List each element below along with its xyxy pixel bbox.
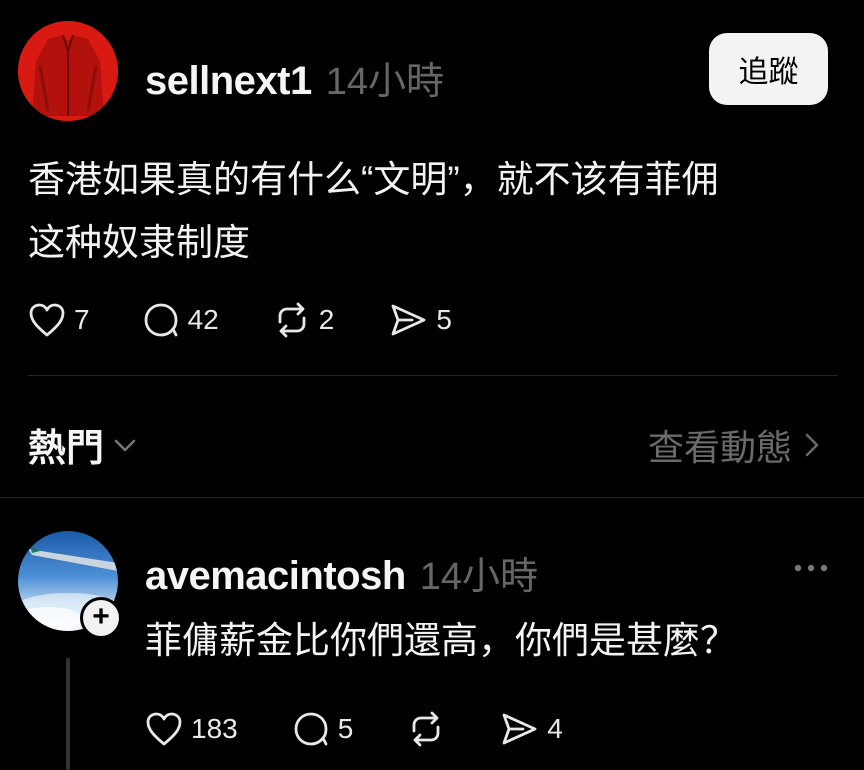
send-icon bbox=[502, 713, 537, 745]
reply-timestamp: 14小時 bbox=[419, 556, 539, 598]
like-button[interactable]: 7 bbox=[28, 302, 90, 338]
more-icon bbox=[794, 564, 828, 572]
follow-button[interactable]: 追蹤 bbox=[709, 33, 828, 105]
reply-text: 菲傭薪金比你們還高，你們是甚麼？ bbox=[145, 620, 737, 661]
post-header: sellnext1 14小時 bbox=[145, 50, 444, 105]
comment-count: 42 bbox=[187, 304, 219, 335]
divider bbox=[28, 375, 838, 376]
post-actions: 7 42 2 5 bbox=[28, 302, 452, 338]
chevron-down-icon bbox=[114, 439, 136, 451]
comment-button[interactable]: 42 bbox=[142, 302, 219, 338]
like-count: 7 bbox=[74, 304, 90, 335]
repost-icon bbox=[412, 711, 440, 747]
section-divider bbox=[0, 497, 864, 498]
share-button[interactable]: 5 bbox=[388, 302, 452, 338]
reply-share-button[interactable]: 4 bbox=[499, 711, 563, 747]
avatar-jacket-image bbox=[18, 21, 118, 121]
reply-like-count: 183 bbox=[191, 713, 238, 744]
reply-comment-button[interactable]: 5 bbox=[292, 711, 354, 747]
follow-plus-button[interactable]: + bbox=[80, 597, 122, 639]
share-count: 5 bbox=[436, 304, 452, 335]
repost-icon bbox=[278, 302, 306, 338]
post-text-line2: 这种奴隶制度 bbox=[28, 222, 250, 263]
post-username[interactable]: sellnext1 bbox=[145, 59, 312, 104]
comment-icon bbox=[294, 712, 328, 746]
sort-label: 熱門 bbox=[28, 428, 105, 470]
send-icon bbox=[391, 304, 426, 336]
heart-icon bbox=[146, 712, 182, 746]
repost-count: 2 bbox=[318, 304, 335, 335]
view-activity-link[interactable]: 查看動態 bbox=[648, 419, 822, 471]
comment-icon bbox=[144, 303, 177, 337]
chevron-right-icon bbox=[805, 433, 819, 457]
reply-username[interactable]: avemacintosh bbox=[145, 554, 406, 599]
plus-icon: + bbox=[92, 600, 110, 633]
reply-header: avemacintosh 14小時 bbox=[145, 545, 538, 600]
thread-line bbox=[66, 658, 70, 770]
avatar[interactable] bbox=[18, 21, 118, 121]
post-text: 香港如果真的有什么“文明”，就不该有菲佣 这种奴隶制度 bbox=[28, 148, 828, 274]
reply-repost-button[interactable] bbox=[407, 711, 445, 747]
heart-icon bbox=[29, 303, 65, 337]
repost-button[interactable]: 2 bbox=[273, 302, 335, 338]
post-timestamp: 14小時 bbox=[325, 61, 444, 103]
reply-like-button[interactable]: 183 bbox=[145, 711, 238, 747]
post-text-line1: 香港如果真的有什么“文明”，就不该有菲佣 bbox=[28, 159, 719, 200]
sort-dropdown[interactable]: 熱門 bbox=[28, 417, 138, 472]
reply-comment-count: 5 bbox=[337, 713, 354, 744]
reply-actions: 183 5 4 bbox=[145, 711, 563, 747]
reply-share-count: 4 bbox=[547, 713, 563, 744]
more-options-button[interactable] bbox=[793, 561, 829, 579]
view-activity-label: 查看動態 bbox=[647, 427, 792, 468]
